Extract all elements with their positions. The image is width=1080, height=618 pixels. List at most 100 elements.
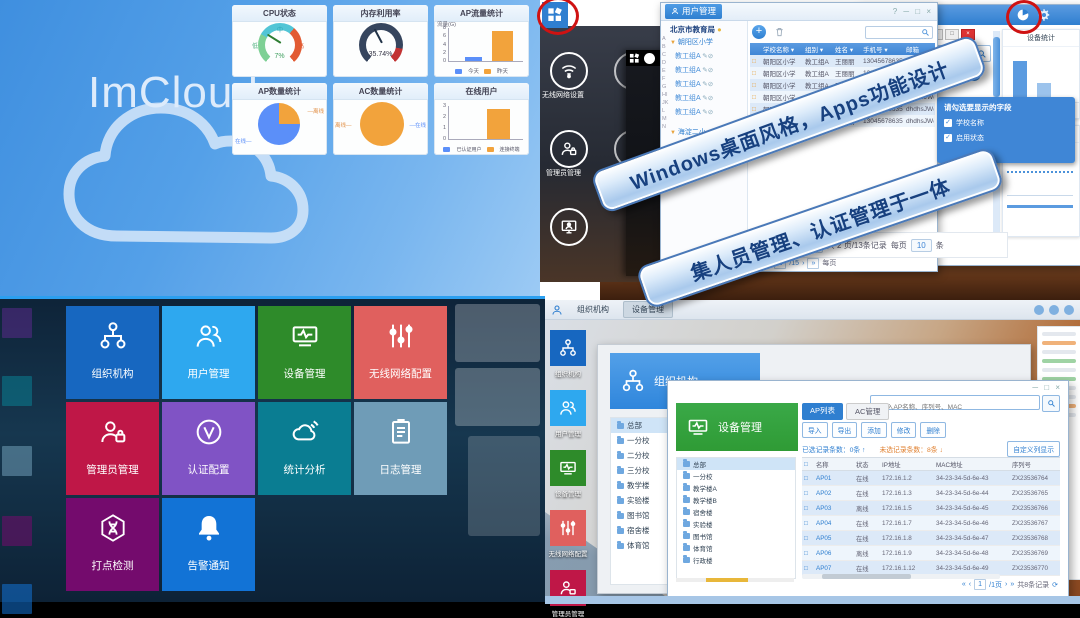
first-page-button[interactable]: « [962,581,966,588]
scroll-thumb[interactable] [822,574,911,579]
window-controls[interactable]: ? ─ □ × [893,7,933,16]
last-page-button[interactable]: » [807,258,819,269]
info-icon[interactable] [1049,305,1059,315]
col-name[interactable]: 名称 [814,460,854,469]
dock-wireless[interactable] [550,510,586,546]
tile-logs[interactable]: 日志管理 [354,402,447,495]
table-row[interactable]: □AP04在线172.16.1.734-23-34-5d-6e-46ZX2353… [802,516,1060,531]
import-button[interactable]: 导入 [802,422,828,438]
delete-button[interactable]: 删除 [920,422,946,438]
monitor-icon[interactable] [550,208,588,246]
col-ip[interactable]: IP地址 [880,460,934,469]
tree-root[interactable]: 北京市教育局 ● [670,24,722,35]
row-checkbox[interactable]: □ [750,58,761,65]
tree-item[interactable]: 总部 [677,458,795,470]
tile-devices[interactable]: 设备管理 [258,306,351,399]
col-phone[interactable]: 手机号 ▾ [861,44,904,54]
unselected-count-link[interactable]: 未选记录条数：8条 ↓ [879,444,942,454]
filter-icon[interactable]: ▾ [820,47,823,54]
maximize-button[interactable]: □ [945,29,959,40]
row-checkbox[interactable]: □ [802,520,814,527]
tree-group-item[interactable]: 教工组A ✎⊘ [675,51,713,61]
table-row[interactable]: □AP03离线172.16.1.534-23-34-5d-6e-45ZX2353… [802,501,1060,516]
tile-statistics[interactable]: 统计分析 [258,402,351,495]
wifi-icon[interactable] [550,52,588,90]
page-number-input[interactable]: 1 [974,579,986,590]
dock-org[interactable] [550,330,586,366]
row-checkbox[interactable]: □ [802,535,814,542]
row-checkbox[interactable]: □ [750,82,761,89]
tree-node[interactable]: ▼ 朝阳区小学 [670,37,713,47]
tree-item[interactable]: 宿舍楼 [677,506,795,518]
col-serial[interactable]: 序列号 [1010,460,1060,469]
checkbox-checked-icon[interactable]: ✓ [944,119,952,127]
delete-icon[interactable]: ⊘ [708,109,713,116]
filter-icon[interactable]: ▾ [791,47,794,54]
table-row[interactable]: □AP02在线172.16.1.334-23-34-5d-6e-44ZX2353… [802,486,1060,501]
col-status[interactable]: 状态 [854,460,880,469]
next-page-button[interactable]: › [1005,581,1007,588]
tree-group-item[interactable]: 教工组A ✎⊘ [675,79,713,89]
col-group[interactable]: 组别 ▾ [803,44,833,54]
tree-item[interactable]: 图书馆 [677,530,795,542]
row-checkbox[interactable]: □ [750,94,761,101]
last-page-button[interactable]: » [1010,581,1014,588]
export-button[interactable]: 导出 [832,422,858,438]
tree-group-item[interactable]: 教工组A ✎⊘ [675,107,713,117]
window-controls[interactable]: ─ □ × [1032,383,1062,392]
delete-icon[interactable]: ⊘ [708,67,713,74]
taskbar-tab-org[interactable]: 组织机构 [569,302,617,317]
filter-icon[interactable]: ▾ [850,47,853,54]
edit-button[interactable]: 修改 [891,422,917,438]
expand-icon[interactable]: ▼ [670,130,676,136]
tree-item[interactable]: 一分校 [677,470,795,482]
checkbox-checked-icon[interactable]: ✓ [944,134,952,142]
tab-ap-list[interactable]: AP列表 [802,403,843,420]
dock-users[interactable] [550,390,586,426]
tree-item[interactable]: 实验楼 [677,518,795,530]
expand-icon[interactable]: ▼ [670,40,676,46]
filter-icon[interactable]: ▾ [884,47,887,54]
chooser-option[interactable]: ✓ 启用状态 [944,133,1068,143]
refresh-icon[interactable]: ⟳ [1052,581,1058,589]
tree-item[interactable]: 教学楼A [677,482,795,494]
row-checkbox[interactable]: □ [750,70,761,77]
device-window-tile[interactable]: 设备管理 [676,403,798,451]
row-checkbox[interactable]: □ [802,550,814,557]
tile-wireless-config[interactable]: 无线网络配置 [354,306,447,399]
custom-columns-button[interactable]: 自定义列显示 [1007,441,1060,457]
tab-ac-manage[interactable]: AC管理 [846,403,889,420]
per-page-select[interactable]: 10 [911,239,932,252]
tree-scrollbar[interactable] [676,578,794,582]
delete-icon[interactable]: ⊘ [708,53,713,60]
tile-alerts[interactable]: 告警通知 [162,498,255,591]
add-user-button[interactable]: + [752,25,766,39]
admin-icon[interactable] [550,130,588,168]
selected-count-link[interactable]: 已选记录条数：0条 ↑ [802,444,865,454]
tile-probe-detect[interactable]: 打点检测 [66,498,159,591]
tree-item[interactable]: 行政楼 [677,554,795,566]
tile-admins[interactable]: 管理员管理 [66,402,159,495]
delete-icon[interactable]: ⊘ [708,81,713,88]
row-checkbox[interactable]: □ [802,490,814,497]
add-button[interactable]: 添加 [861,422,887,438]
tree-item[interactable]: 体育馆 [677,542,795,554]
chooser-option[interactable]: ✓ 学校名称 [944,118,1068,128]
prev-page-button[interactable]: ‹ [969,581,971,588]
tree-group-item[interactable]: 教工组A ✎⊘ [675,93,713,103]
chart-icon[interactable] [1034,305,1044,315]
tile-auth-config[interactable]: 认证配置 [162,402,255,495]
tree-group-item[interactable]: 教工组A ✎⊘ [675,65,713,75]
col-school[interactable]: 学校名称 ▾ [761,44,803,54]
row-checkbox[interactable]: □ [802,505,814,512]
power-icon[interactable] [1064,305,1074,315]
trash-icon[interactable] [774,26,785,38]
col-name[interactable]: 姓名 ▾ [833,44,861,54]
search-input[interactable] [865,26,933,39]
scroll-thumb[interactable] [993,37,1000,97]
scroll-thumb[interactable] [706,578,748,582]
col-mac[interactable]: MAC地址 [934,460,1010,469]
alphabet-rail[interactable]: ABCDEFGHIJKLMN [662,35,669,131]
table-row[interactable]: □AP05在线172.16.1.834-23-34-5d-6e-47ZX2353… [802,531,1060,546]
app-logo-icon[interactable] [551,304,563,316]
